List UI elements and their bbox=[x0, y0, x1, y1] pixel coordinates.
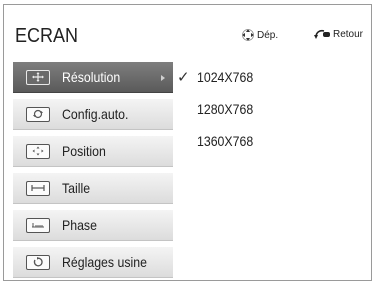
move-hint-label: Dép. bbox=[257, 29, 279, 41]
resolution-option-1024x768[interactable]: ✓ 1024X768 bbox=[173, 61, 371, 93]
screen-menu-panel: ECRAN Dép. Retour Résolution Config.auto… bbox=[3, 4, 372, 281]
position-icon bbox=[26, 143, 50, 159]
chevron-right-icon bbox=[161, 75, 165, 81]
menu-header: ECRAN Dép. Retour bbox=[4, 5, 371, 59]
resolution-options: ✓ 1024X768 1280X768 1360X768 bbox=[173, 61, 371, 280]
back-hint-label: Retour bbox=[333, 28, 364, 40]
settings-menu: Résolution Config.auto. Position Taille … bbox=[13, 62, 173, 284]
menu-item-label: Config.auto. bbox=[62, 106, 129, 122]
menu-item-label: Réglages usine bbox=[62, 254, 147, 270]
back-hint: Retour bbox=[313, 28, 363, 40]
size-icon bbox=[26, 180, 50, 196]
phase-icon bbox=[26, 217, 50, 233]
move-icon bbox=[26, 69, 50, 85]
reset-icon bbox=[26, 254, 50, 270]
menu-item-label: Position bbox=[62, 143, 106, 159]
menu-item-resolution[interactable]: Résolution bbox=[13, 62, 173, 93]
move-hint: Dép. bbox=[241, 28, 278, 42]
resolution-option-1280x768[interactable]: 1280X768 bbox=[173, 93, 371, 125]
option-label: 1360X768 bbox=[197, 133, 254, 149]
menu-item-label: Résolution bbox=[62, 69, 121, 85]
resolution-option-1360x768[interactable]: 1360X768 bbox=[173, 125, 371, 157]
menu-item-label: Taille bbox=[62, 180, 91, 196]
option-label: 1024X768 bbox=[197, 69, 254, 85]
checkmark-icon: ✓ bbox=[177, 69, 190, 86]
menu-item-label: Phase bbox=[62, 217, 97, 233]
menu-item-size[interactable]: Taille bbox=[13, 173, 173, 204]
back-icon bbox=[314, 29, 330, 39]
menu-item-position[interactable]: Position bbox=[13, 136, 173, 167]
menu-title: ECRAN bbox=[15, 25, 79, 47]
auto-config-icon bbox=[26, 106, 50, 122]
menu-item-factory-reset[interactable]: Réglages usine bbox=[13, 247, 173, 278]
option-label: 1280X768 bbox=[197, 101, 254, 117]
menu-item-phase[interactable]: Phase bbox=[13, 210, 173, 241]
dpad-icon bbox=[242, 29, 254, 41]
menu-item-auto-config[interactable]: Config.auto. bbox=[13, 99, 173, 130]
